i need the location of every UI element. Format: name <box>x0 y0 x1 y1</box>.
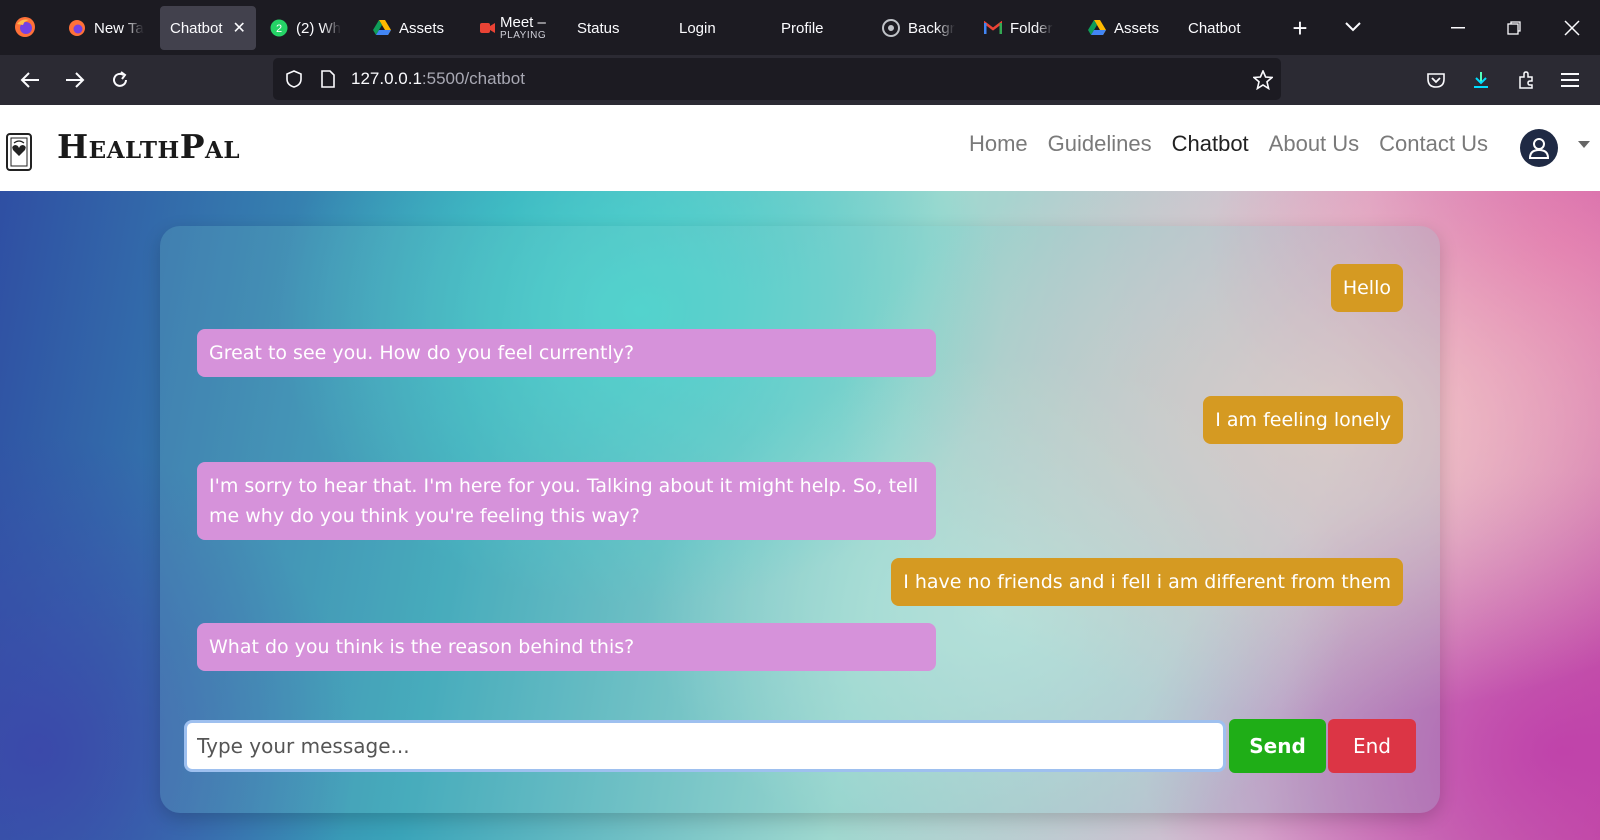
tab-label: Profile <box>781 19 824 37</box>
close-tab-icon[interactable]: ✕ <box>233 18 246 38</box>
tab-label: Login <box>679 19 716 37</box>
tab-label: Chatbot <box>1188 19 1241 37</box>
tab-label: Chatbot <box>170 19 223 37</box>
chat-message-bot: I'm sorry to hear that. I'm here for you… <box>197 462 936 540</box>
chat-message-user: Hello <box>1330 264 1403 312</box>
nav-link-guidelines[interactable]: Guidelines <box>1048 131 1152 157</box>
new-tab-plus-icon[interactable]: + <box>1286 13 1314 43</box>
openai-icon <box>882 19 900 37</box>
user-avatar-icon[interactable] <box>1520 129 1558 167</box>
tab-label: Status <box>577 19 620 37</box>
send-button[interactable]: Send <box>1229 719 1326 773</box>
bookmark-star-icon[interactable] <box>1251 68 1275 92</box>
page-info-icon[interactable] <box>317 68 339 90</box>
browser-navigation-bar: 127.0.0.1:5500/chatbot <box>0 55 1600 105</box>
tab-profile[interactable]: Profile <box>781 6 841 50</box>
extensions-puzzle-icon[interactable] <box>1512 66 1540 94</box>
google-drive-icon <box>373 19 391 37</box>
url-host: 127.0.0.1 <box>351 69 422 88</box>
tab-label: Assets <box>1114 19 1160 37</box>
gmail-icon <box>984 19 1002 37</box>
tab-label: Meet – <box>500 13 546 31</box>
tab-new-tab[interactable]: New Ta <box>66 6 148 50</box>
google-drive-icon <box>1088 19 1106 37</box>
chat-message-bot: What do you think is the reason behind t… <box>197 623 936 671</box>
close-window-icon[interactable] <box>1558 14 1586 42</box>
chat-input-row: Send End <box>184 718 1416 773</box>
message-input[interactable] <box>184 720 1226 772</box>
meet-audio-icon <box>478 19 496 37</box>
url-bar[interactable]: 127.0.0.1:5500/chatbot <box>273 58 1281 100</box>
chat-message-user: I am feeling lonely <box>1203 396 1403 444</box>
tab-chatbot-active[interactable]: Chatbot ✕ <box>160 6 256 50</box>
nav-link-about-us[interactable]: About Us <box>1269 131 1360 157</box>
healthpal-logo-icon[interactable] <box>6 133 32 171</box>
url-path: :5500/chatbot <box>421 69 525 88</box>
tab-whatsapp[interactable]: 2 (2) Wh <box>270 6 350 50</box>
tab-list-chevron-icon[interactable] <box>1340 14 1366 40</box>
firefox-menu-icon[interactable] <box>12 14 38 40</box>
site-nav: Home Guidelines Chatbot About Us Contact… <box>949 131 1488 157</box>
browser-tab-bar: New Ta Chatbot ✕ 2 (2) Wh Assets Meet – … <box>0 0 1600 55</box>
svg-text:2: 2 <box>276 23 282 35</box>
tab-meet[interactable]: Meet – PLAYING <box>478 6 554 50</box>
firefox-icon <box>68 19 86 37</box>
tab-background[interactable]: Backgr <box>882 6 960 50</box>
reload-icon[interactable] <box>106 66 134 94</box>
chat-message-user: I have no friends and i fell i am differ… <box>891 558 1403 606</box>
tab-label: New Ta <box>94 19 144 37</box>
web-page: HealthPal Home Guidelines Chatbot About … <box>0 105 1600 840</box>
nav-link-home[interactable]: Home <box>969 131 1028 157</box>
chat-message-bot: Great to see you. How do you feel curren… <box>197 329 936 377</box>
nav-link-contact-us[interactable]: Contact Us <box>1379 131 1488 157</box>
tab-label: Folder <box>1010 19 1053 37</box>
tab-label: (2) Wh <box>296 19 341 37</box>
minimize-window-icon[interactable] <box>1444 14 1472 42</box>
site-header: HealthPal Home Guidelines Chatbot About … <box>0 105 1600 191</box>
restore-window-icon[interactable] <box>1500 14 1528 42</box>
forward-arrow-icon[interactable] <box>61 66 89 94</box>
profile-dropdown-caret-icon[interactable] <box>1578 141 1590 148</box>
tab-folder-gmail[interactable]: Folder <box>984 6 1060 50</box>
tab-login[interactable]: Login <box>679 6 729 50</box>
end-chat-button[interactable]: End <box>1328 719 1416 773</box>
brand-name[interactable]: HealthPal <box>57 127 240 166</box>
pocket-icon[interactable] <box>1422 66 1450 94</box>
tab-label: Assets <box>399 19 445 37</box>
shield-icon[interactable] <box>283 68 305 90</box>
tab-status[interactable]: Status <box>577 6 637 50</box>
tab-label: Backgr <box>908 19 955 37</box>
downloads-icon[interactable] <box>1467 66 1495 94</box>
whatsapp-icon: 2 <box>270 19 288 37</box>
app-menu-hamburger-icon[interactable] <box>1556 66 1584 94</box>
back-arrow-icon[interactable] <box>16 66 44 94</box>
tab-assets-2[interactable]: Assets <box>1088 6 1160 50</box>
tab-playing-label: PLAYING <box>500 29 547 41</box>
nav-link-chatbot[interactable]: Chatbot <box>1172 131 1249 157</box>
tab-assets-1[interactable]: Assets <box>373 6 445 50</box>
tab-chatbot-2[interactable]: Chatbot <box>1188 6 1258 50</box>
url-text[interactable]: 127.0.0.1:5500/chatbot <box>351 69 525 89</box>
